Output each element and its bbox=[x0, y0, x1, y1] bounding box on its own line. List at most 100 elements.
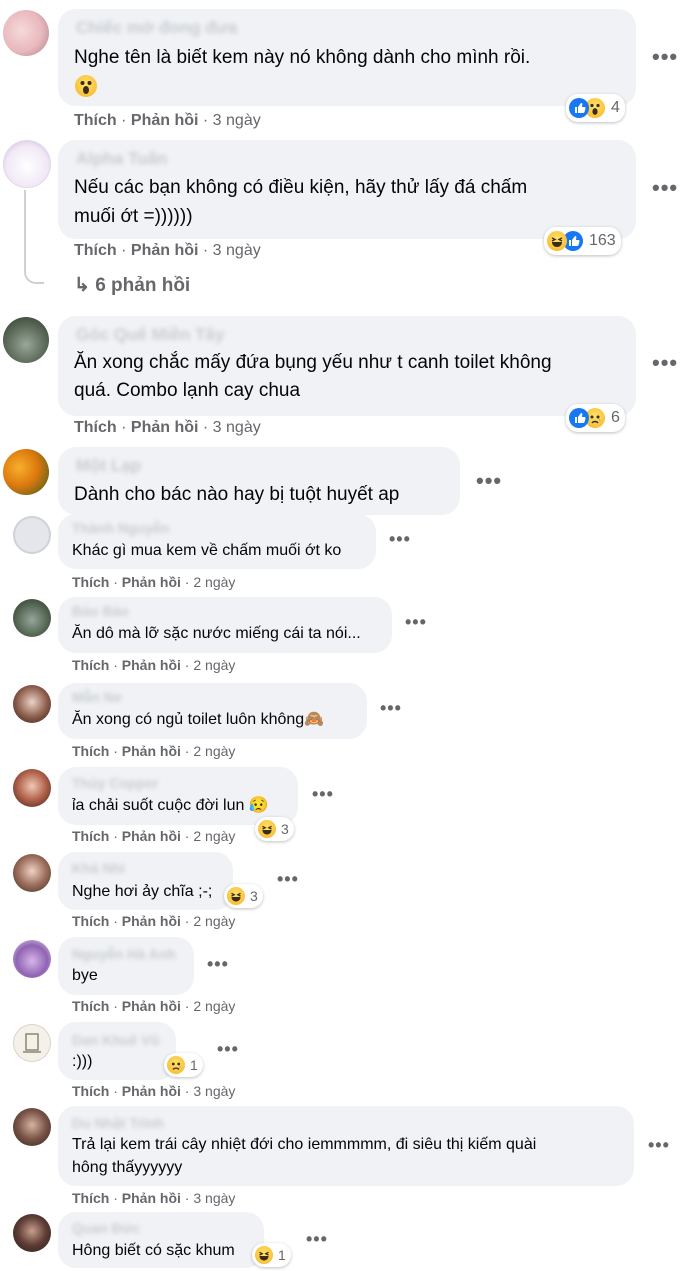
avatar[interactable] bbox=[3, 140, 51, 188]
avatar[interactable] bbox=[3, 317, 49, 363]
comment: Quan Đức Hông biết có sặc khum ••• 1 bbox=[0, 1212, 700, 1271]
avatar[interactable] bbox=[13, 769, 51, 807]
timestamp[interactable]: 3 ngày bbox=[213, 112, 261, 129]
separator: · bbox=[109, 657, 122, 673]
like-link[interactable]: Thích bbox=[72, 1083, 109, 1099]
avatar[interactable] bbox=[13, 685, 51, 723]
sad-emoji: 😥 bbox=[248, 797, 269, 814]
more-options-icon[interactable]: ••• bbox=[306, 1230, 328, 1248]
timestamp[interactable]: 3 ngày bbox=[193, 1190, 235, 1206]
reaction-summary[interactable]: 3 bbox=[224, 884, 263, 908]
like-link[interactable]: Thích bbox=[74, 419, 117, 436]
timestamp[interactable]: 3 ngày bbox=[193, 1083, 235, 1099]
comment: Khả Nhi Nghe hơi ảy chĩa ;-; ••• 3 Thích… bbox=[0, 852, 700, 938]
reply-link[interactable]: Phản hồi bbox=[122, 1083, 181, 1099]
like-link[interactable]: Thích bbox=[74, 242, 117, 259]
commenter-name[interactable]: Dan Khuê Vũ bbox=[72, 1032, 159, 1048]
more-options-icon[interactable]: ••• bbox=[217, 1040, 239, 1058]
comment-text: bye bbox=[72, 967, 98, 984]
timestamp[interactable]: 3 ngày bbox=[213, 419, 261, 436]
timestamp[interactable]: 2 ngày bbox=[193, 743, 235, 759]
comment-actions: Thích · Phản hồi · 2 ngày bbox=[72, 657, 235, 673]
separator: · bbox=[109, 913, 122, 929]
haha-icon bbox=[227, 887, 245, 905]
separator: · bbox=[109, 574, 122, 590]
separator: · bbox=[109, 828, 122, 844]
like-link[interactable]: Thích bbox=[72, 574, 109, 590]
avatar[interactable] bbox=[13, 854, 51, 892]
avatar[interactable] bbox=[13, 1024, 51, 1062]
view-replies-link[interactable]: ↳ 6 phản hồi bbox=[74, 274, 190, 297]
more-options-icon[interactable]: ••• bbox=[652, 352, 678, 374]
like-link[interactable]: Thích bbox=[72, 828, 109, 844]
reply-link[interactable]: Phản hồi bbox=[122, 1190, 181, 1206]
like-link[interactable]: Thích bbox=[72, 743, 109, 759]
more-options-icon[interactable]: ••• bbox=[312, 785, 334, 803]
comment: Alpha Tuấn Nếu các bạn không có điều kiệ… bbox=[0, 132, 700, 307]
commenter-name[interactable]: Khả Nhi bbox=[72, 860, 125, 876]
timestamp[interactable]: 2 ngày bbox=[193, 913, 235, 929]
reaction-summary[interactable]: 6 bbox=[566, 404, 625, 432]
commenter-name[interactable]: Góc Quê Miền Tây bbox=[76, 325, 224, 345]
commenter-name[interactable]: Alpha Tuấn bbox=[76, 149, 167, 169]
reply-link[interactable]: Phản hồi bbox=[122, 574, 181, 590]
comment: Góc Quê Miền Tây Ăn xong chắc mấy đứa bụ… bbox=[0, 307, 700, 442]
reply-link[interactable]: Phản hồi bbox=[131, 112, 199, 129]
timestamp[interactable]: 2 ngày bbox=[193, 657, 235, 673]
commenter-name[interactable]: Bảo Bảo bbox=[72, 603, 129, 619]
reaction-summary[interactable]: 4 bbox=[566, 94, 625, 122]
avatar[interactable] bbox=[13, 940, 51, 978]
avatar[interactable] bbox=[13, 599, 51, 637]
more-options-icon[interactable]: ••• bbox=[277, 870, 299, 888]
reaction-summary[interactable]: 163 bbox=[544, 227, 621, 255]
comment: Nguyễn Hà Anh bye ••• Thích · Phản hồi ·… bbox=[0, 937, 700, 1023]
commenter-name[interactable]: Chiếc mờ đong đưa bbox=[76, 18, 237, 38]
more-options-icon[interactable]: ••• bbox=[652, 177, 678, 199]
timestamp[interactable]: 2 ngày bbox=[193, 998, 235, 1014]
like-link[interactable]: Thích bbox=[72, 998, 109, 1014]
avatar[interactable] bbox=[3, 10, 49, 56]
avatar[interactable] bbox=[13, 516, 51, 554]
reply-link[interactable]: Phản hồi bbox=[122, 913, 181, 929]
like-link[interactable]: Thích bbox=[72, 913, 109, 929]
reply-link[interactable]: Phản hồi bbox=[122, 657, 181, 673]
reaction-summary[interactable]: 3 bbox=[255, 817, 294, 841]
more-options-icon[interactable]: ••• bbox=[652, 46, 678, 68]
avatar[interactable] bbox=[3, 449, 49, 495]
like-link[interactable]: Thích bbox=[72, 657, 109, 673]
reaction-summary[interactable]: 1 bbox=[164, 1053, 203, 1077]
avatar[interactable] bbox=[13, 1108, 51, 1146]
commenter-name[interactable]: Du Nhật Trình bbox=[72, 1115, 164, 1131]
separator: · bbox=[198, 112, 213, 129]
reaction-count: 1 bbox=[190, 1057, 198, 1073]
reply-link[interactable]: Phản hồi bbox=[131, 242, 199, 259]
more-options-icon[interactable]: ••• bbox=[207, 955, 229, 973]
comment-actions: Thích · Phản hồi · 3 ngày bbox=[74, 242, 261, 260]
reaction-count: 3 bbox=[281, 821, 289, 837]
reaction-summary[interactable]: 1 bbox=[252, 1243, 291, 1267]
commenter-name[interactable]: Nguyễn Hà Anh bbox=[72, 946, 176, 962]
commenter-name[interactable]: Quan Đức bbox=[72, 1220, 140, 1236]
more-options-icon[interactable]: ••• bbox=[648, 1136, 670, 1154]
separator: · bbox=[180, 1190, 194, 1206]
avatar[interactable] bbox=[13, 1214, 51, 1252]
timestamp[interactable]: 2 ngày bbox=[193, 574, 235, 590]
commenter-name[interactable]: Một Lạp bbox=[76, 456, 141, 476]
reply-link[interactable]: Phản hồi bbox=[122, 998, 181, 1014]
comment: Du Nhật Trình Trả lại kem trái cây nhiệt… bbox=[0, 1106, 700, 1211]
more-options-icon[interactable]: ••• bbox=[405, 613, 427, 631]
reply-link[interactable]: Phản hồi bbox=[122, 743, 181, 759]
reply-link[interactable]: Phản hồi bbox=[131, 419, 199, 436]
reply-link[interactable]: Phản hồi bbox=[122, 828, 181, 844]
commenter-name[interactable]: Thủy Copper bbox=[72, 775, 158, 791]
commenter-name[interactable]: Thành Nguyễn bbox=[72, 520, 169, 536]
like-link[interactable]: Thích bbox=[74, 112, 117, 129]
more-options-icon[interactable]: ••• bbox=[389, 530, 411, 548]
comment: Thành Nguyễn Khác gì mua kem về chấm muố… bbox=[0, 514, 700, 598]
commenter-name[interactable]: Mẫn Ne bbox=[72, 689, 122, 705]
like-link[interactable]: Thích bbox=[72, 1190, 109, 1206]
timestamp[interactable]: 3 ngày bbox=[213, 242, 261, 259]
more-options-icon[interactable]: ••• bbox=[380, 699, 402, 717]
more-options-icon[interactable]: ••• bbox=[476, 470, 502, 492]
timestamp[interactable]: 2 ngày bbox=[193, 828, 235, 844]
